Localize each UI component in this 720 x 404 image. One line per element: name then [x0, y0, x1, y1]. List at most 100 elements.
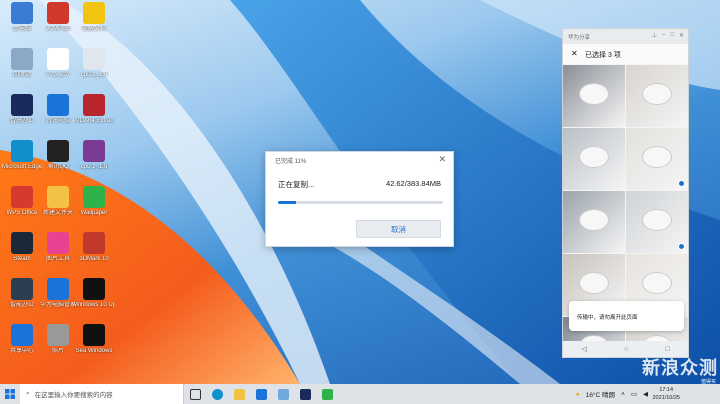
home-icon[interactable]: ○ [624, 346, 628, 353]
desktop-icon[interactable]: V?b_20? [38, 48, 78, 92]
app-icon [83, 186, 105, 208]
taskbar-app-store[interactable] [250, 384, 272, 404]
wps-icon [11, 186, 33, 208]
selected-check-icon [678, 243, 685, 250]
shield-icon [47, 94, 69, 116]
desktop-icon[interactable]: 腾讯QQ [38, 140, 78, 184]
desktop-icon-label: 照片 [51, 348, 64, 354]
taskbar: ⌕ 在这里输入你要搜索的内容 ● 16°C 晴朗 ˄ ▭ ◀ 17:14 202… [0, 384, 720, 404]
pin-icon[interactable]: ⊥ [652, 32, 657, 39]
photo-thumbnail[interactable] [626, 128, 688, 190]
clock-date: 2021/10/25 [652, 395, 680, 401]
watermark: 新浪众测 [642, 358, 718, 378]
cat-icon [83, 324, 105, 346]
desktop-icon-label: Wallpaper [80, 210, 108, 216]
desktop-icon[interactable]: Microsoft Edge [2, 140, 42, 184]
desktop-icon-label: JCMPEB [45, 26, 71, 32]
desktop-icon[interactable]: 新建文件夹 [38, 186, 78, 230]
qq-icon [47, 140, 69, 162]
taskbar-app-office[interactable] [294, 384, 316, 404]
desktop-icon-label: 华为电脑管家 [39, 302, 76, 308]
cancel-button[interactable]: 取消 [356, 220, 441, 238]
desktop-icon-label: 新建文件夹 [42, 210, 73, 216]
desktop-icon[interactable]: Steam [2, 232, 42, 276]
close-icon[interactable]: ✕ [438, 154, 446, 165]
taskbar-app-share[interactable] [316, 384, 338, 404]
desktop-icon-label: AIDA64 Extreme [74, 118, 114, 124]
folder-icon [47, 186, 69, 208]
transfer-toast: 传输中，请勿离开此页面 [569, 301, 684, 331]
photo-thumbnail[interactable] [563, 65, 625, 127]
desktop-icon[interactable]: cpu-z_1.9 [74, 140, 114, 184]
thumbnail-subject [642, 83, 672, 105]
desktop-icon-label: 图片工具 [45, 256, 70, 262]
photo-thumbnail[interactable] [563, 191, 625, 253]
close-selection-icon[interactable]: ✕ [571, 49, 578, 58]
desktop-icon-label: WPS Office [6, 210, 38, 216]
taskbar-app-mail[interactable] [272, 384, 294, 404]
minimize-icon[interactable]: – [662, 32, 665, 39]
document-icon [83, 2, 105, 24]
desktop-icon[interactable]: 回收站 [2, 48, 42, 92]
task-view-button[interactable] [184, 384, 206, 404]
phone-window-titlebar: 华为分享 ⊥ – □ ✕ [563, 29, 688, 44]
recycle-bin-icon [11, 48, 33, 70]
transfer-message: 传输中，请勿离开此页面 [577, 315, 638, 321]
desktop-icon[interactable]: 智能办公 [2, 278, 42, 322]
photo-thumbnail[interactable] [626, 65, 688, 127]
phone-mirror-window: 华为分享 ⊥ – □ ✕ ✕ 已选择 3 项 传输中，请勿离开此页面 ◁ ○ □ [562, 28, 689, 358]
desktop-icon[interactable]: 此电脑 [2, 2, 42, 46]
weather-text[interactable]: 16°C 晴朗 [586, 389, 615, 399]
huawei-icon [47, 278, 69, 300]
copy-size-text: 42.62/383.84MB [385, 179, 441, 188]
taskbar-search-box[interactable]: ⌕ 在这里输入你要搜索的内容 [20, 384, 184, 404]
desktop-icon-label: 智能办公 [9, 302, 34, 308]
desktop-icon-label: cpu-z_1.9 [80, 72, 108, 78]
start-button[interactable] [0, 384, 20, 404]
desktop-icon[interactable]: cpu-z_1.9 [74, 48, 114, 92]
desktop-icon[interactable]: WPS Office [2, 186, 42, 230]
photo-thumbnail[interactable] [626, 191, 688, 253]
desktop-icon[interactable]: 华为电脑管家 [38, 278, 78, 322]
weather-icon: ● [575, 390, 580, 398]
desktop-icon[interactable]: 腾讯电脑 [38, 94, 78, 138]
desktop-icon[interactable]: Windows 10 Update [74, 278, 114, 322]
back-icon[interactable]: ◁ [582, 345, 587, 353]
taskbar-clock[interactable]: 17:14 2021/10/25 [652, 386, 680, 402]
thumbnail-subject [642, 272, 672, 294]
recents-icon[interactable]: □ [665, 346, 669, 353]
watermark-sub: 值得买 [700, 379, 716, 385]
windows-logo-icon [5, 389, 15, 399]
desktop-icon-label: 共享中心 [9, 348, 34, 354]
close-icon[interactable]: ✕ [679, 32, 684, 39]
desktop-icon[interactable]: 照片 [38, 324, 78, 368]
maximize-icon[interactable]: □ [670, 32, 674, 39]
thumbnail-subject [579, 83, 609, 105]
desktop-icon[interactable]: 3DMark 10 [74, 232, 114, 276]
desktop-icon-label: 此电脑 [12, 26, 31, 32]
desktop-icon[interactable]: JCMPEB [38, 2, 78, 46]
color-icon [47, 232, 69, 254]
selection-count: 已选择 3 项 [585, 52, 621, 59]
desktop-icon[interactable]: Wallpaper [74, 186, 114, 230]
desktop-icon[interactable]: 提醒文档 [74, 2, 114, 46]
taskbar-app-explorer[interactable] [228, 384, 250, 404]
search-icon: ⌕ [26, 390, 30, 397]
photo-thumbnail[interactable] [563, 128, 625, 190]
desktop-icon[interactable]: 图片工具 [38, 232, 78, 276]
app-icon [11, 324, 33, 346]
network-icon[interactable]: ▭ [631, 390, 637, 398]
edge-icon [11, 140, 33, 162]
chevron-up-icon[interactable]: ˄ [621, 391, 625, 398]
desktop-icon[interactable]: AIDA64 Extreme [74, 94, 114, 138]
image-icon [47, 324, 69, 346]
desktop-icon[interactable]: Sea Windows [74, 324, 114, 368]
desktop-icon-label: Microsoft Edge [2, 164, 42, 170]
desktop-icon[interactable]: 智慧办公 [2, 94, 42, 138]
taskbar-app-edge[interactable] [206, 384, 228, 404]
volume-icon[interactable]: ◀ [643, 390, 648, 398]
desktop-icon-label: Steam [13, 256, 31, 262]
thumbnail-subject [642, 146, 672, 168]
computer-icon [11, 2, 33, 24]
desktop-icon[interactable]: 共享中心 [2, 324, 42, 368]
